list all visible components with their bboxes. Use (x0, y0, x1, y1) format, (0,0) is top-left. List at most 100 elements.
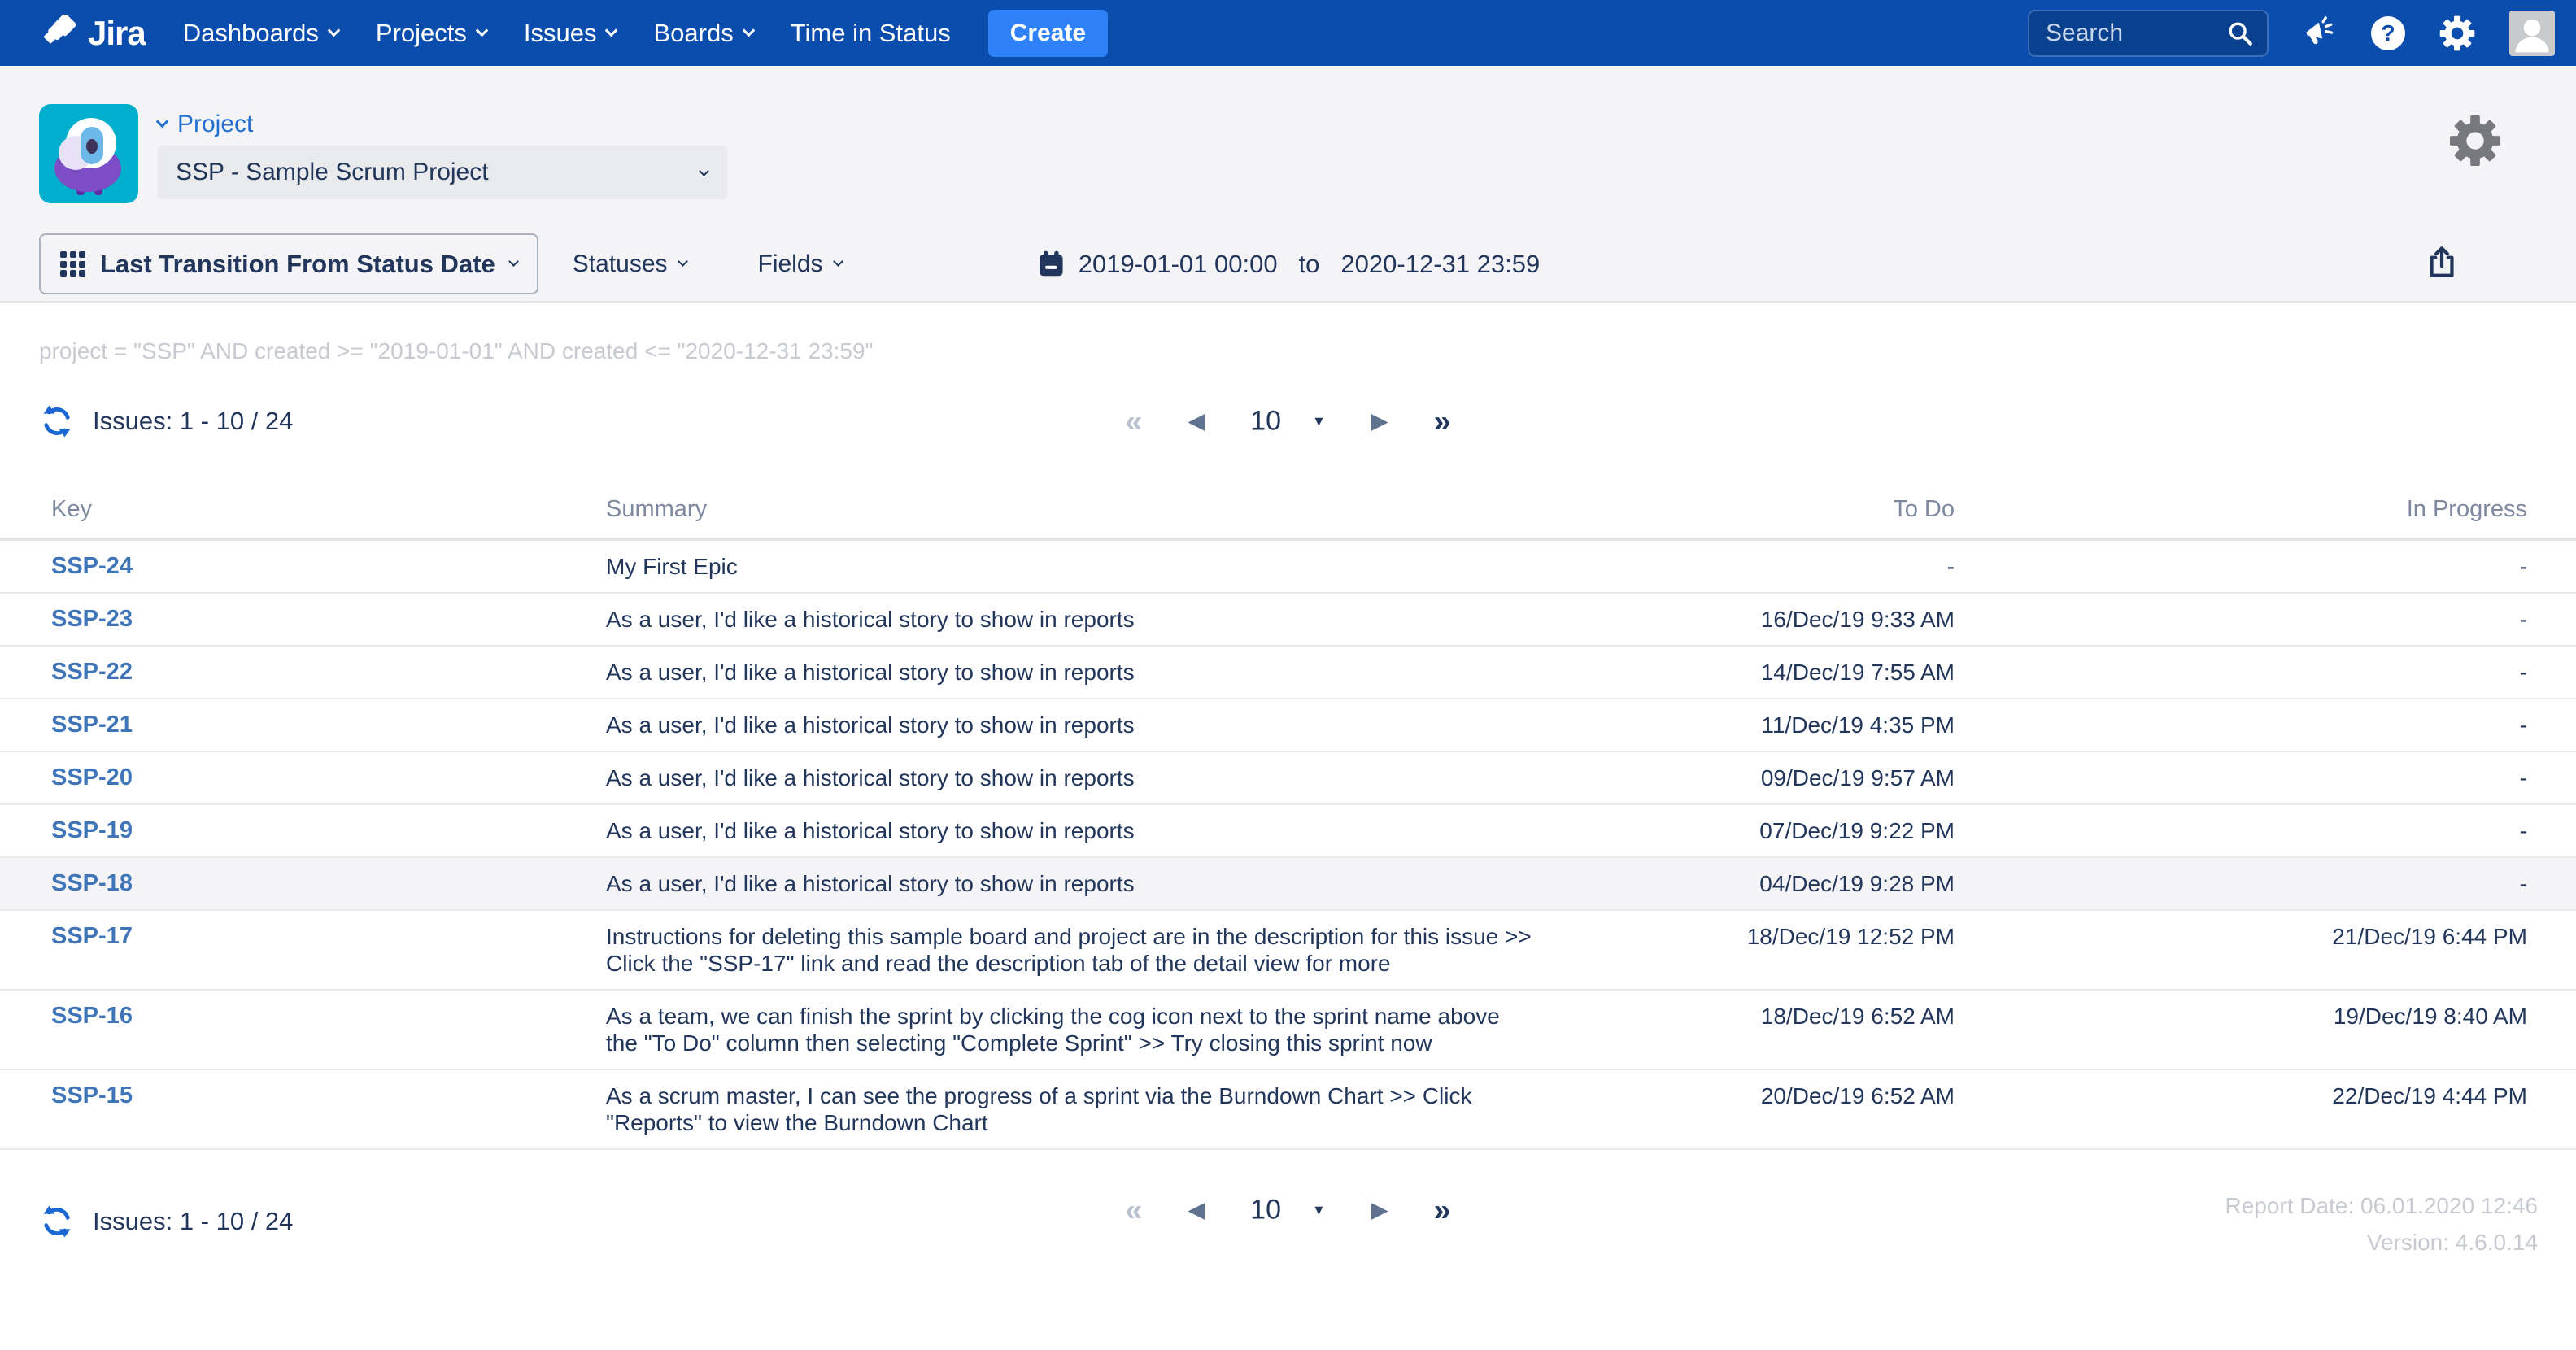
issue-key-link[interactable]: SSP-18 (51, 870, 606, 897)
issue-in-progress-date: 22/Dec/19 4:44 PM (1955, 1082, 2527, 1136)
report-version: Version: 4.6.0.14 (2225, 1224, 2538, 1261)
chevron-down-icon (476, 24, 489, 37)
report-type-button[interactable]: Last Transition From Status Date (39, 233, 538, 294)
prev-page-button[interactable]: ◀ (1188, 411, 1205, 433)
refresh-icon[interactable] (39, 403, 75, 439)
issue-summary: As a user, I'd like a historical story t… (606, 712, 1566, 738)
last-page-button[interactable]: » (1434, 1195, 1451, 1226)
date-to: 2020-12-31 23:59 (1340, 250, 1540, 279)
page-size-value: 10 (1250, 1195, 1281, 1226)
last-page-button[interactable]: » (1434, 406, 1451, 437)
issue-key-link[interactable]: SSP-23 (51, 606, 606, 633)
issue-summary: As a user, I'd like a historical story t… (606, 764, 1566, 791)
issue-key-link[interactable]: SSP-16 (51, 1003, 606, 1056)
table-row: SSP-22 As a user, I'd like a historical … (0, 647, 2576, 699)
issue-key-link[interactable]: SSP-15 (51, 1082, 606, 1136)
chevron-down-icon (742, 24, 755, 37)
project-label: Project (177, 111, 253, 138)
project-select[interactable]: SSP - Sample Scrum Project (158, 146, 727, 199)
issue-todo-date: - (1566, 553, 1955, 580)
next-page-button[interactable]: ▶ (1371, 411, 1388, 433)
issue-summary: As a scrum master, I can see the progres… (606, 1082, 1566, 1136)
issue-todo-date: 04/Dec/19 9:28 PM (1566, 870, 1955, 897)
chevron-down-icon (508, 256, 519, 267)
search-input[interactable] (2046, 20, 2226, 47)
issues-table: Key Summary To Do In Progress SSP-24 My … (0, 488, 2576, 1150)
issue-in-progress-date: - (1955, 712, 2527, 738)
issue-in-progress-date: - (1955, 606, 2527, 633)
nav-item-label: Boards (653, 19, 733, 48)
nav-item-boards[interactable]: Boards (653, 19, 752, 48)
issue-summary: As a user, I'd like a historical story t… (606, 606, 1566, 633)
issue-key-link[interactable]: SSP-21 (51, 712, 606, 738)
issue-key-link[interactable]: SSP-20 (51, 764, 606, 791)
jira-logo[interactable]: Jira (42, 14, 146, 53)
chevron-down-icon (605, 24, 618, 37)
table-row: SSP-15 As a scrum master, I can see the … (0, 1070, 2576, 1150)
nav-item-label: Time in Status (791, 19, 951, 48)
nav-item-dashboards[interactable]: Dashboards (183, 19, 338, 48)
issue-todo-date: 11/Dec/19 4:35 PM (1566, 712, 1955, 738)
issues-bar-top: Issues: 1 - 10 / 24 « ◀ 10 ▼ ▶ » (0, 394, 2576, 449)
user-avatar[interactable] (2509, 11, 2555, 56)
search-box[interactable] (2028, 10, 2269, 57)
chevron-down-icon (328, 24, 341, 37)
nav-item-projects[interactable]: Projects (376, 19, 486, 48)
refresh-icon[interactable] (39, 1204, 75, 1239)
issue-summary: As a user, I'd like a historical story t… (606, 870, 1566, 897)
table-row: SSP-20 As a user, I'd like a historical … (0, 752, 2576, 805)
settings-gear-icon[interactable] (2439, 15, 2475, 51)
date-to-word: to (1299, 250, 1320, 279)
nav-item-issues[interactable]: Issues (524, 19, 617, 48)
fields-label: Fields (758, 250, 823, 278)
project-avatar (39, 104, 138, 203)
issue-todo-date: 18/Dec/19 12:52 PM (1566, 923, 1955, 977)
next-page-button[interactable]: ▶ (1371, 1200, 1388, 1222)
issues-bar-bottom: Issues: 1 - 10 / 24 « ◀ 10 ▼ ▶ » Report … (0, 1187, 2576, 1265)
prev-page-button[interactable]: ◀ (1188, 1200, 1205, 1222)
nav-item-label: Dashboards (183, 19, 319, 48)
column-header-in-progress: In Progress (1955, 496, 2527, 523)
issue-todo-date: 14/Dec/19 7:55 AM (1566, 659, 1955, 686)
chevron-down-icon (833, 256, 843, 267)
first-page-button[interactable]: « (1125, 406, 1142, 437)
issue-key-link[interactable]: SSP-19 (51, 817, 606, 844)
table-row: SSP-17 Instructions for deleting this sa… (0, 911, 2576, 991)
chevron-down-icon (156, 115, 169, 128)
first-page-button[interactable]: « (1125, 1195, 1142, 1226)
filter-row: Last Transition From Status Date Statuse… (39, 233, 2537, 294)
issues-count-label: Issues: 1 - 10 / 24 (93, 407, 293, 436)
report-date: Report Date: 06.01.2020 12:46 (2225, 1187, 2538, 1224)
project-label-toggle[interactable]: Project (158, 111, 727, 138)
feedback-megaphone-icon[interactable] (2303, 16, 2337, 50)
table-row: SSP-19 As a user, I'd like a historical … (0, 805, 2576, 858)
statuses-label: Statuses (573, 250, 668, 278)
issue-key-link[interactable]: SSP-17 (51, 923, 606, 977)
issue-key-link[interactable]: SSP-22 (51, 659, 606, 686)
help-icon[interactable]: ? (2371, 16, 2405, 50)
issue-todo-date: 18/Dec/19 6:52 AM (1566, 1003, 1955, 1056)
date-range-picker[interactable]: 2019-01-01 00:00 to 2020-12-31 23:59 (1036, 249, 1540, 280)
create-button[interactable]: Create (988, 10, 1108, 57)
column-header-summary: Summary (606, 496, 1566, 523)
page-size-value: 10 (1250, 406, 1281, 438)
nav-item-label: Projects (376, 19, 467, 48)
report-settings-gear-icon[interactable] (2449, 115, 2501, 171)
issue-in-progress-date: 19/Dec/19 8:40 AM (1955, 1003, 2527, 1056)
table-row: SSP-21 As a user, I'd like a historical … (0, 699, 2576, 752)
export-icon[interactable] (2423, 243, 2460, 285)
statuses-dropdown[interactable]: Statuses (573, 250, 686, 278)
fields-dropdown[interactable]: Fields (758, 250, 842, 278)
table-row: SSP-16 As a team, we can finish the spri… (0, 991, 2576, 1070)
page-size-select[interactable]: 10 ▼ (1250, 1195, 1326, 1226)
issue-summary: As a user, I'd like a historical story t… (606, 817, 1566, 844)
issue-in-progress-date: - (1955, 553, 2527, 580)
project-select-value: SSP - Sample Scrum Project (176, 159, 489, 186)
issue-summary: My First Epic (606, 553, 1566, 580)
issue-key-link[interactable]: SSP-24 (51, 553, 606, 580)
nav-item-time-in-status[interactable]: Time in Status (791, 19, 951, 48)
issue-in-progress-date: - (1955, 659, 2527, 686)
issues-count-label: Issues: 1 - 10 / 24 (93, 1207, 293, 1236)
page-size-select[interactable]: 10 ▼ (1250, 406, 1326, 438)
page-header: Project SSP - Sample Scrum Project (0, 66, 2576, 303)
